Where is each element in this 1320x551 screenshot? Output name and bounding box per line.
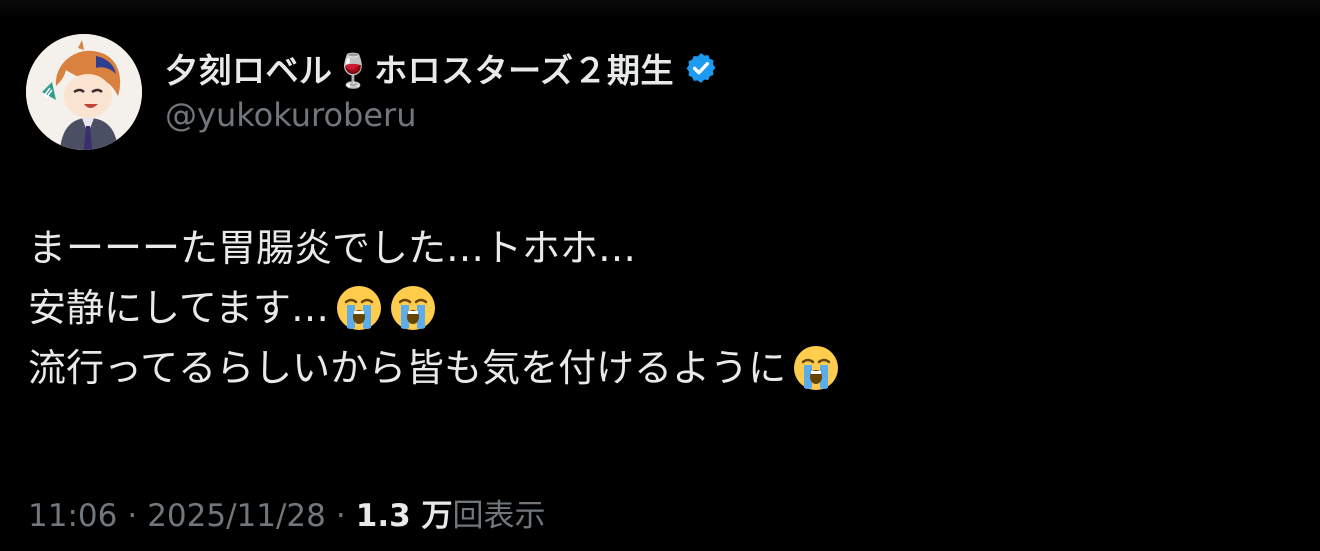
author-display-name[interactable]: 夕刻ロベル🍷ホロスターズ２期生 (165, 44, 674, 92)
avatar[interactable] (26, 34, 142, 150)
tweet-line-text: まーーーた胃腸炎でした…トホホ… (28, 226, 637, 270)
views-label[interactable]: 回表示 (452, 490, 545, 535)
avatar-illustration (26, 34, 142, 150)
top-edge (0, 0, 1320, 18)
author-name-row[interactable]: 夕刻ロベル🍷ホロスターズ２期生 (165, 44, 718, 92)
tweet-date[interactable]: 2025/11/28 (147, 498, 326, 534)
tweet-line: 安静にしてます… (28, 278, 1288, 338)
author-handle[interactable]: @yukokuroberu (165, 96, 416, 134)
loudly-crying-face-icon (389, 284, 437, 332)
loudly-crying-face-icon (792, 344, 840, 392)
loudly-crying-face-icon (335, 284, 383, 332)
tweet-meta: 11:06 · 2025/11/28 · 1.3 万 回表示 (28, 490, 545, 535)
meta-separator: · (127, 498, 138, 534)
tweet-line: 流行ってるらしいから皆も気を付けるように (28, 338, 1288, 398)
views-count[interactable]: 1.3 万 (356, 490, 453, 535)
meta-separator: · (335, 498, 346, 534)
tweet-time[interactable]: 11:06 (28, 498, 117, 534)
verified-badge-icon[interactable] (684, 51, 718, 85)
tweet-line-text: 流行ってるらしいから皆も気を付けるように (28, 346, 787, 390)
tweet-line: まーーーた胃腸炎でした…トホホ… (28, 218, 1288, 278)
tweet-text: まーーーた胃腸炎でした…トホホ… 安静にしてます… 流行ってるらしいから皆も気を… (28, 218, 1288, 398)
tweet-line-text: 安静にしてます… (28, 286, 329, 330)
